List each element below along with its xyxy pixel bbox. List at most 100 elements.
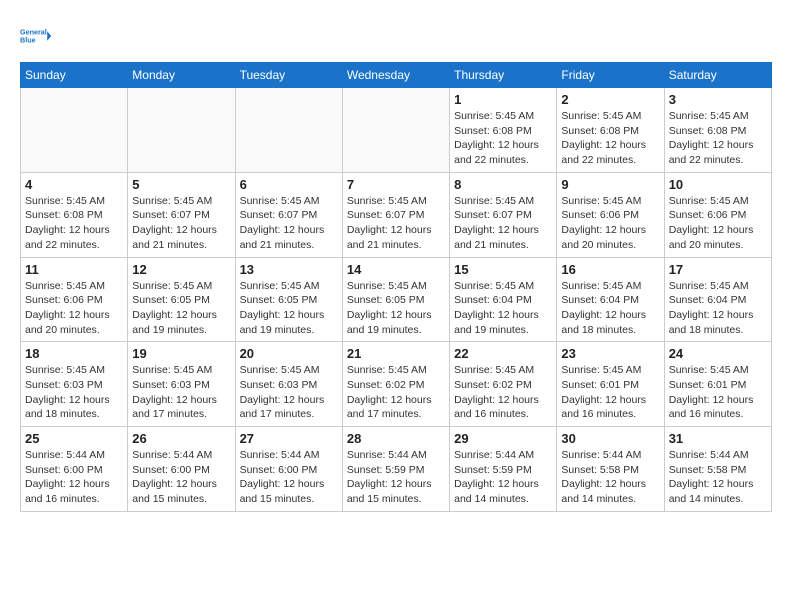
day-number: 11 [25, 262, 123, 277]
day-info: Sunrise: 5:45 AMSunset: 6:02 PMDaylight:… [454, 363, 552, 422]
day-number: 20 [240, 346, 338, 361]
day-of-week-header: Thursday [450, 63, 557, 88]
day-number: 5 [132, 177, 230, 192]
day-info: Sunrise: 5:45 AMSunset: 6:03 PMDaylight:… [132, 363, 230, 422]
day-info: Sunrise: 5:45 AMSunset: 6:05 PMDaylight:… [132, 279, 230, 338]
calendar-day-cell: 20 Sunrise: 5:45 AMSunset: 6:03 PMDayligh… [235, 342, 342, 427]
calendar-day-cell: 22Sunrise: 5:45 AMSunset: 6:02 PMDayligh… [450, 342, 557, 427]
day-number: 21 [347, 346, 445, 361]
calendar-day-cell [235, 88, 342, 173]
day-info: Sunrise: 5:45 AMSunset: 6:04 PMDaylight:… [669, 279, 767, 338]
calendar-day-cell: 7 Sunrise: 5:45 AMSunset: 6:07 PMDaylight… [342, 172, 449, 257]
day-number: 8 [454, 177, 552, 192]
calendar-day-cell: 23 Sunrise: 5:45 AMSunset: 6:01 PMDayligh… [557, 342, 664, 427]
day-info: Sunrise: 5:45 AMSunset: 6:08 PMDaylight:… [25, 194, 123, 253]
calendar-day-cell: 19 Sunrise: 5:45 AMSunset: 6:03 PMDayligh… [128, 342, 235, 427]
day-number: 16 [561, 262, 659, 277]
calendar-day-cell: 15Sunrise: 5:45 AMSunset: 6:04 PMDayligh… [450, 257, 557, 342]
day-info: Sunrise: 5:45 AMSunset: 6:01 PMDaylight:… [561, 363, 659, 422]
svg-text:Blue: Blue [20, 35, 36, 44]
calendar-day-cell: 6 Sunrise: 5:45 AMSunset: 6:07 PMDaylight… [235, 172, 342, 257]
day-info: Sunrise: 5:44 AMSunset: 5:59 PMDaylight:… [454, 448, 552, 507]
calendar-day-cell: 28Sunrise: 5:44 AMSunset: 5:59 PMDayligh… [342, 427, 449, 512]
calendar-day-cell: 11 Sunrise: 5:45 AMSunset: 6:06 PMDayligh… [21, 257, 128, 342]
day-number: 10 [669, 177, 767, 192]
day-number: 18 [25, 346, 123, 361]
day-of-week-header: Friday [557, 63, 664, 88]
day-info: Sunrise: 5:44 AMSunset: 6:00 PMDaylight:… [240, 448, 338, 507]
day-number: 4 [25, 177, 123, 192]
day-info: Sunrise: 5:44 AMSunset: 5:59 PMDaylight:… [347, 448, 445, 507]
calendar-day-cell: 26Sunrise: 5:44 AMSunset: 6:00 PMDayligh… [128, 427, 235, 512]
calendar-day-cell: 24 Sunrise: 5:45 AMSunset: 6:01 PMDayligh… [664, 342, 771, 427]
calendar-day-cell: 18 Sunrise: 5:45 AMSunset: 6:03 PMDayligh… [21, 342, 128, 427]
day-info: Sunrise: 5:45 AMSunset: 6:07 PMDaylight:… [347, 194, 445, 253]
day-number: 23 [561, 346, 659, 361]
day-info: Sunrise: 5:45 AMSunset: 6:06 PMDaylight:… [669, 194, 767, 253]
calendar-day-cell: 16 Sunrise: 5:45 AMSunset: 6:04 PMDayligh… [557, 257, 664, 342]
day-info: Sunrise: 5:45 AMSunset: 6:01 PMDaylight:… [669, 363, 767, 422]
day-number: 7 [347, 177, 445, 192]
page-header: GeneralBlue [20, 20, 772, 52]
day-number: 1 [454, 92, 552, 107]
day-info: Sunrise: 5:45 AMSunset: 6:07 PMDaylight:… [132, 194, 230, 253]
day-number: 24 [669, 346, 767, 361]
day-info: Sunrise: 5:45 AMSunset: 6:05 PMDaylight:… [347, 279, 445, 338]
day-of-week-header: Wednesday [342, 63, 449, 88]
calendar-day-cell: 12 Sunrise: 5:45 AMSunset: 6:05 PMDayligh… [128, 257, 235, 342]
day-info: Sunrise: 5:45 AMSunset: 6:08 PMDaylight:… [561, 109, 659, 168]
day-number: 30 [561, 431, 659, 446]
day-number: 9 [561, 177, 659, 192]
calendar-day-cell [21, 88, 128, 173]
day-info: Sunrise: 5:45 AMSunset: 6:04 PMDaylight:… [561, 279, 659, 338]
day-number: 27 [240, 431, 338, 446]
day-number: 12 [132, 262, 230, 277]
calendar-day-cell: 8 Sunrise: 5:45 AMSunset: 6:07 PMDaylight… [450, 172, 557, 257]
day-info: Sunrise: 5:45 AMSunset: 6:06 PMDaylight:… [561, 194, 659, 253]
calendar-day-cell: 21 Sunrise: 5:45 AMSunset: 6:02 PMDayligh… [342, 342, 449, 427]
day-number: 6 [240, 177, 338, 192]
calendar-week-row: 18 Sunrise: 5:45 AMSunset: 6:03 PMDayligh… [21, 342, 772, 427]
calendar-day-cell: 25 Sunrise: 5:44 AMSunset: 6:00 PMDayligh… [21, 427, 128, 512]
day-info: Sunrise: 5:45 AMSunset: 6:08 PMDaylight:… [669, 109, 767, 168]
logo-icon: GeneralBlue [20, 20, 52, 52]
day-info: Sunrise: 5:45 AMSunset: 6:06 PMDaylight:… [25, 279, 123, 338]
day-info: Sunrise: 5:45 AMSunset: 6:02 PMDaylight:… [347, 363, 445, 422]
calendar-day-cell: 9 Sunrise: 5:45 AMSunset: 6:06 PMDaylight… [557, 172, 664, 257]
calendar-day-cell: 2 Sunrise: 5:45 AMSunset: 6:08 PMDaylight… [557, 88, 664, 173]
day-of-week-header: Saturday [664, 63, 771, 88]
calendar-day-cell [342, 88, 449, 173]
day-info: Sunrise: 5:45 AMSunset: 6:04 PMDaylight:… [454, 279, 552, 338]
day-number: 19 [132, 346, 230, 361]
calendar-week-row: 11 Sunrise: 5:45 AMSunset: 6:06 PMDayligh… [21, 257, 772, 342]
calendar-day-cell: 27 Sunrise: 5:44 AMSunset: 6:00 PMDayligh… [235, 427, 342, 512]
calendar-day-cell [128, 88, 235, 173]
calendar-day-cell: 10 Sunrise: 5:45 AMSunset: 6:06 PMDayligh… [664, 172, 771, 257]
calendar-day-cell: 5 Sunrise: 5:45 AMSunset: 6:07 PMDaylight… [128, 172, 235, 257]
day-info: Sunrise: 5:45 AMSunset: 6:07 PMDaylight:… [454, 194, 552, 253]
day-number: 2 [561, 92, 659, 107]
calendar-day-cell: 31 Sunrise: 5:44 AMSunset: 5:58 PMDayligh… [664, 427, 771, 512]
day-info: Sunrise: 5:45 AMSunset: 6:03 PMDaylight:… [240, 363, 338, 422]
day-of-week-header: Sunday [21, 63, 128, 88]
calendar-day-cell: 13Sunrise: 5:45 AMSunset: 6:05 PMDayligh… [235, 257, 342, 342]
day-info: Sunrise: 5:44 AMSunset: 5:58 PMDaylight:… [669, 448, 767, 507]
calendar-day-cell: 30 Sunrise: 5:44 AMSunset: 5:58 PMDayligh… [557, 427, 664, 512]
calendar-day-cell: 4 Sunrise: 5:45 AMSunset: 6:08 PMDaylight… [21, 172, 128, 257]
day-info: Sunrise: 5:44 AMSunset: 5:58 PMDaylight:… [561, 448, 659, 507]
day-number: 31 [669, 431, 767, 446]
day-info: Sunrise: 5:44 AMSunset: 6:00 PMDaylight:… [25, 448, 123, 507]
logo: GeneralBlue [20, 20, 52, 52]
day-info: Sunrise: 5:45 AMSunset: 6:08 PMDaylight:… [454, 109, 552, 168]
day-info: Sunrise: 5:45 AMSunset: 6:03 PMDaylight:… [25, 363, 123, 422]
calendar-day-cell: 14Sunrise: 5:45 AMSunset: 6:05 PMDayligh… [342, 257, 449, 342]
day-info: Sunrise: 5:45 AMSunset: 6:07 PMDaylight:… [240, 194, 338, 253]
calendar-day-cell: 17Sunrise: 5:45 AMSunset: 6:04 PMDayligh… [664, 257, 771, 342]
calendar-day-cell: 29Sunrise: 5:44 AMSunset: 5:59 PMDayligh… [450, 427, 557, 512]
calendar-header-row: SundayMondayTuesdayWednesdayThursdayFrid… [21, 63, 772, 88]
day-of-week-header: Tuesday [235, 63, 342, 88]
day-number: 25 [25, 431, 123, 446]
calendar-day-cell: 1 Sunrise: 5:45 AMSunset: 6:08 PMDaylight… [450, 88, 557, 173]
day-number: 26 [132, 431, 230, 446]
day-info: Sunrise: 5:45 AMSunset: 6:05 PMDaylight:… [240, 279, 338, 338]
